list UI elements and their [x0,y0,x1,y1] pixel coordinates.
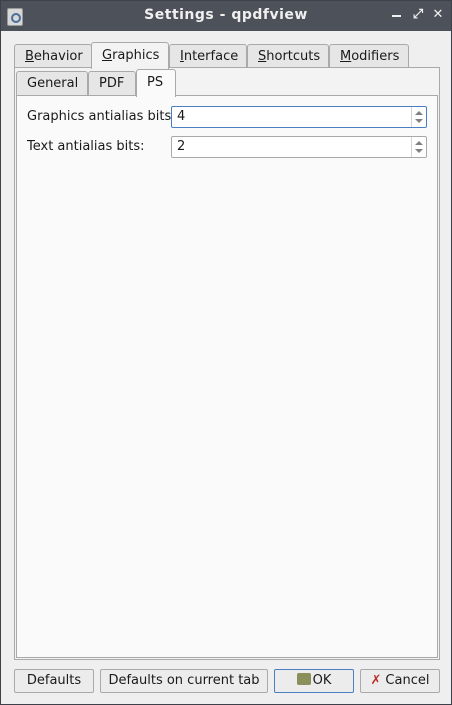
cancel-button[interactable]: ✗ Cancel [360,669,440,693]
cancel-x-icon: ✗ [370,673,382,688]
checkmark-icon [296,673,311,685]
tab-graphics[interactable]: Graphics [91,42,169,69]
ps-tab-pane [16,95,438,658]
text-antialias-value[interactable]: 2 [177,139,185,154]
tab-modifiers[interactable]: Modifiers [329,44,409,67]
defaults-current-tab-button[interactable]: Defaults on current tab [100,669,268,693]
text-antialias-spinbox[interactable]: 2 [171,136,427,158]
window-title: Settings - qpdfview [144,7,308,23]
minimize-icon[interactable] [390,7,404,23]
cancel-button-label: Cancel [385,673,430,688]
defaults-button[interactable]: Defaults [14,669,94,693]
spin-down-icon[interactable] [415,149,423,153]
tab-behavior[interactable]: Behavior [14,44,92,67]
graphics-antialias-label: Graphics antialias bits: [27,109,176,124]
spin-arrows[interactable] [411,107,426,127]
graphics-antialias-value[interactable]: 4 [177,109,185,124]
ok-button-label: OK [312,673,332,688]
settings-window: Settings - qpdfview ⤢ ✕ Behavior Graphic… [0,0,452,705]
spin-down-icon[interactable] [415,119,423,123]
spin-up-icon[interactable] [415,111,423,115]
ok-button[interactable]: OK [274,669,354,693]
text-antialias-label: Text antialias bits: [27,139,145,154]
maximize-icon[interactable]: ⤢ [411,7,425,23]
tab-interface[interactable]: Interface [169,44,247,67]
spin-up-icon[interactable] [415,141,423,145]
subtab-ps[interactable]: PS [136,69,176,97]
graphics-antialias-spinbox[interactable]: 4 [171,106,427,128]
close-icon[interactable]: ✕ [431,7,445,23]
tab-shortcuts[interactable]: Shortcuts [247,44,329,67]
subtab-general[interactable]: General [16,71,88,95]
subtab-pdf[interactable]: PDF [88,71,136,95]
title-bar[interactable]: Settings - qpdfview ⤢ ✕ [1,1,451,31]
spin-arrows[interactable] [411,137,426,157]
